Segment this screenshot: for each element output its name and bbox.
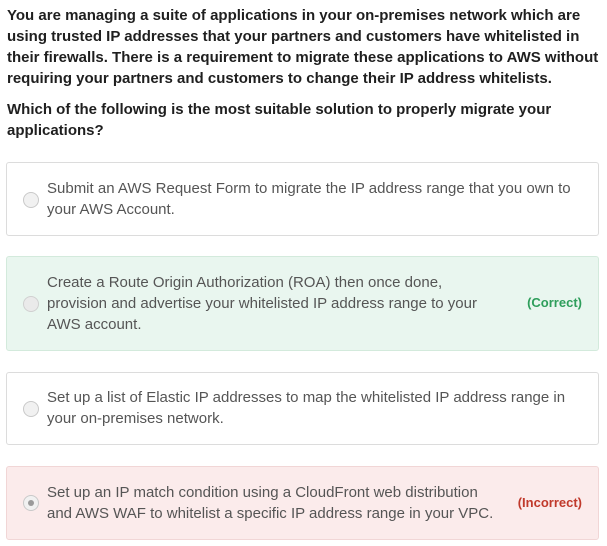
question-statement: You are managing a suite of applications… (7, 7, 599, 87)
radio-button-option-1[interactable] (23, 192, 39, 208)
incorrect-badge: (Incorrect) (517, 495, 582, 510)
radio-button-option-4-selected[interactable] (23, 495, 39, 511)
option-4-text: Set up an IP match condition using a Clo… (47, 484, 494, 522)
answer-option-3[interactable]: Set up a list of Elastic IP addresses to… (6, 372, 599, 445)
radio-button-option-3[interactable] (23, 401, 39, 417)
answer-option-1[interactable]: Submit an AWS Request Form to migrate th… (6, 162, 599, 236)
answer-option-2[interactable]: Create a Route Origin Authorization (ROA… (6, 256, 599, 351)
option-2-text: Create a Route Origin Authorization (ROA… (47, 274, 477, 333)
question-prompt: Which of the following is the most suita… (7, 101, 552, 139)
option-1-text: Submit an AWS Request Form to migrate th… (47, 180, 571, 218)
correct-badge: (Correct) (527, 295, 582, 310)
question-block: You are managing a suite of applications… (7, 5, 599, 141)
answer-option-4[interactable]: Set up an IP match condition using a Clo… (6, 466, 599, 540)
radio-button-option-2[interactable] (23, 296, 39, 312)
option-3-text: Set up a list of Elastic IP addresses to… (47, 389, 566, 427)
